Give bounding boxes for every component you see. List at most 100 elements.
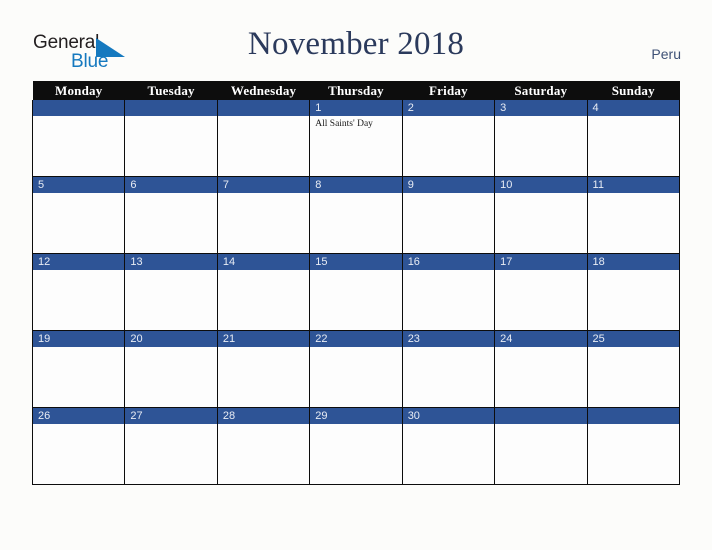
- calendar-day-cell[interactable]: 17: [494, 253, 588, 331]
- calendar-day-cell[interactable]: 21: [216, 330, 311, 408]
- calendar-day-cell[interactable]: 9: [401, 176, 496, 254]
- day-cell-inner: 4: [587, 100, 679, 176]
- day-number: [217, 100, 310, 116]
- day-cell-inner: [125, 100, 217, 176]
- weekday-header-wednesday: Wednesday: [217, 81, 310, 100]
- day-events: All Saints' Day: [310, 116, 401, 130]
- calendar-day-cell[interactable]: [586, 407, 681, 485]
- day-number: 23: [402, 331, 495, 347]
- weekday-header-sunday: Sunday: [587, 81, 680, 100]
- day-cell-inner: 25: [587, 331, 679, 407]
- calendar-day-cell[interactable]: 28: [216, 407, 311, 485]
- calendar-day-cell[interactable]: 15: [309, 253, 403, 331]
- day-cell-inner: 2: [402, 100, 495, 176]
- day-cell-inner: 5: [33, 177, 125, 253]
- day-number: 8: [310, 177, 402, 193]
- calendar-day-cell[interactable]: 13: [124, 253, 218, 331]
- calendar-day-cell[interactable]: 1 All Saints' Day: [309, 100, 403, 177]
- day-number: [33, 100, 125, 116]
- calendar-day-cell[interactable]: 7: [216, 176, 311, 254]
- calendar-day-cell[interactable]: [216, 100, 311, 177]
- calendar-day-cell[interactable]: 24: [494, 330, 588, 408]
- calendar-week-row: 1 All Saints' Day 2 3 4: [31, 100, 681, 177]
- calendar-day-cell[interactable]: 10: [494, 176, 588, 254]
- calendar-body: 1 All Saints' Day 2 3 4 5 6 7 8 9 10 11 12 13 14 15 16 17…: [31, 100, 681, 485]
- weekday-header-tuesday: Tuesday: [124, 81, 218, 100]
- calendar-day-cell[interactable]: [494, 407, 588, 485]
- calendar-day-cell[interactable]: 5: [31, 176, 126, 254]
- day-cell-inner: 18: [587, 254, 679, 330]
- weekday-header-saturday: Saturday: [494, 81, 588, 100]
- day-number: 12: [33, 254, 125, 270]
- day-cell-inner: 30: [402, 408, 495, 484]
- day-number: 20: [125, 331, 217, 347]
- day-number: 21: [217, 331, 310, 347]
- calendar-day-cell[interactable]: 26: [31, 407, 126, 485]
- day-cell-inner: 9: [402, 177, 495, 253]
- calendar-day-cell[interactable]: 2: [401, 100, 496, 177]
- calendar-page: General Blue November 2018 Peru Monday T…: [0, 0, 712, 550]
- calendar-day-cell[interactable]: 29: [309, 407, 403, 485]
- calendar-day-cell[interactable]: 12: [31, 253, 126, 331]
- day-number: 5: [33, 177, 125, 193]
- day-number: 15: [310, 254, 402, 270]
- day-cell-inner: 21: [217, 331, 310, 407]
- day-cell-inner: 12: [33, 254, 125, 330]
- day-cell-inner: 29: [310, 408, 402, 484]
- day-number: 16: [402, 254, 495, 270]
- calendar-week-row: 26 27 28 29 30: [31, 407, 681, 485]
- calendar-day-cell[interactable]: 8: [309, 176, 403, 254]
- day-cell-inner: 14: [217, 254, 310, 330]
- day-cell-inner: 11: [587, 177, 679, 253]
- calendar-day-cell[interactable]: 22: [309, 330, 403, 408]
- calendar-day-cell[interactable]: 4: [586, 100, 681, 177]
- calendar-day-cell[interactable]: 25: [586, 330, 681, 408]
- day-cell-inner: 1 All Saints' Day: [310, 100, 402, 176]
- calendar-day-cell[interactable]: 30: [401, 407, 496, 485]
- calendar-day-cell[interactable]: 6: [124, 176, 218, 254]
- calendar-day-cell[interactable]: 19: [31, 330, 126, 408]
- day-cell-inner: 13: [125, 254, 217, 330]
- page-title: November 2018: [247, 26, 465, 62]
- day-number: 2: [402, 100, 495, 116]
- calendar-day-cell[interactable]: 14: [216, 253, 311, 331]
- calendar-day-cell[interactable]: 11: [586, 176, 681, 254]
- weekday-header-thursday: Thursday: [309, 81, 403, 100]
- day-number: 7: [217, 177, 310, 193]
- calendar-day-cell[interactable]: 18: [586, 253, 681, 331]
- day-cell-inner: 17: [495, 254, 587, 330]
- day-cell-inner: [587, 408, 679, 484]
- calendar-day-cell[interactable]: [31, 100, 126, 177]
- day-cell-inner: [217, 100, 310, 176]
- calendar-header-row: Monday Tuesday Wednesday Thursday Friday…: [32, 81, 680, 100]
- calendar-day-cell[interactable]: 27: [124, 407, 218, 485]
- day-cell-inner: 3: [495, 100, 587, 176]
- day-number: 24: [495, 331, 587, 347]
- day-cell-inner: [33, 100, 125, 176]
- day-number: 25: [587, 331, 679, 347]
- day-cell-inner: 19: [33, 331, 125, 407]
- day-number: 6: [125, 177, 217, 193]
- day-number: 14: [217, 254, 310, 270]
- day-number: 10: [495, 177, 587, 193]
- weekday-header-monday: Monday: [32, 81, 125, 100]
- day-number: 13: [125, 254, 217, 270]
- day-cell-inner: 24: [495, 331, 587, 407]
- day-cell-inner: 8: [310, 177, 402, 253]
- day-number: 22: [310, 331, 402, 347]
- day-number: 26: [33, 408, 125, 424]
- calendar-week-row: 5 6 7 8 9 10 11: [31, 176, 681, 254]
- day-number: 30: [402, 408, 495, 424]
- day-number: 19: [33, 331, 125, 347]
- calendar-day-cell[interactable]: 23: [401, 330, 496, 408]
- day-cell-inner: 23: [402, 331, 495, 407]
- day-cell-inner: 6: [125, 177, 217, 253]
- calendar-day-cell[interactable]: [124, 100, 218, 177]
- day-cell-inner: 27: [125, 408, 217, 484]
- calendar-day-cell[interactable]: 20: [124, 330, 218, 408]
- calendar-day-cell[interactable]: 3: [494, 100, 588, 177]
- day-cell-inner: 10: [495, 177, 587, 253]
- day-number: 17: [495, 254, 587, 270]
- calendar-day-cell[interactable]: 16: [401, 253, 496, 331]
- weekday-header-friday: Friday: [402, 81, 495, 100]
